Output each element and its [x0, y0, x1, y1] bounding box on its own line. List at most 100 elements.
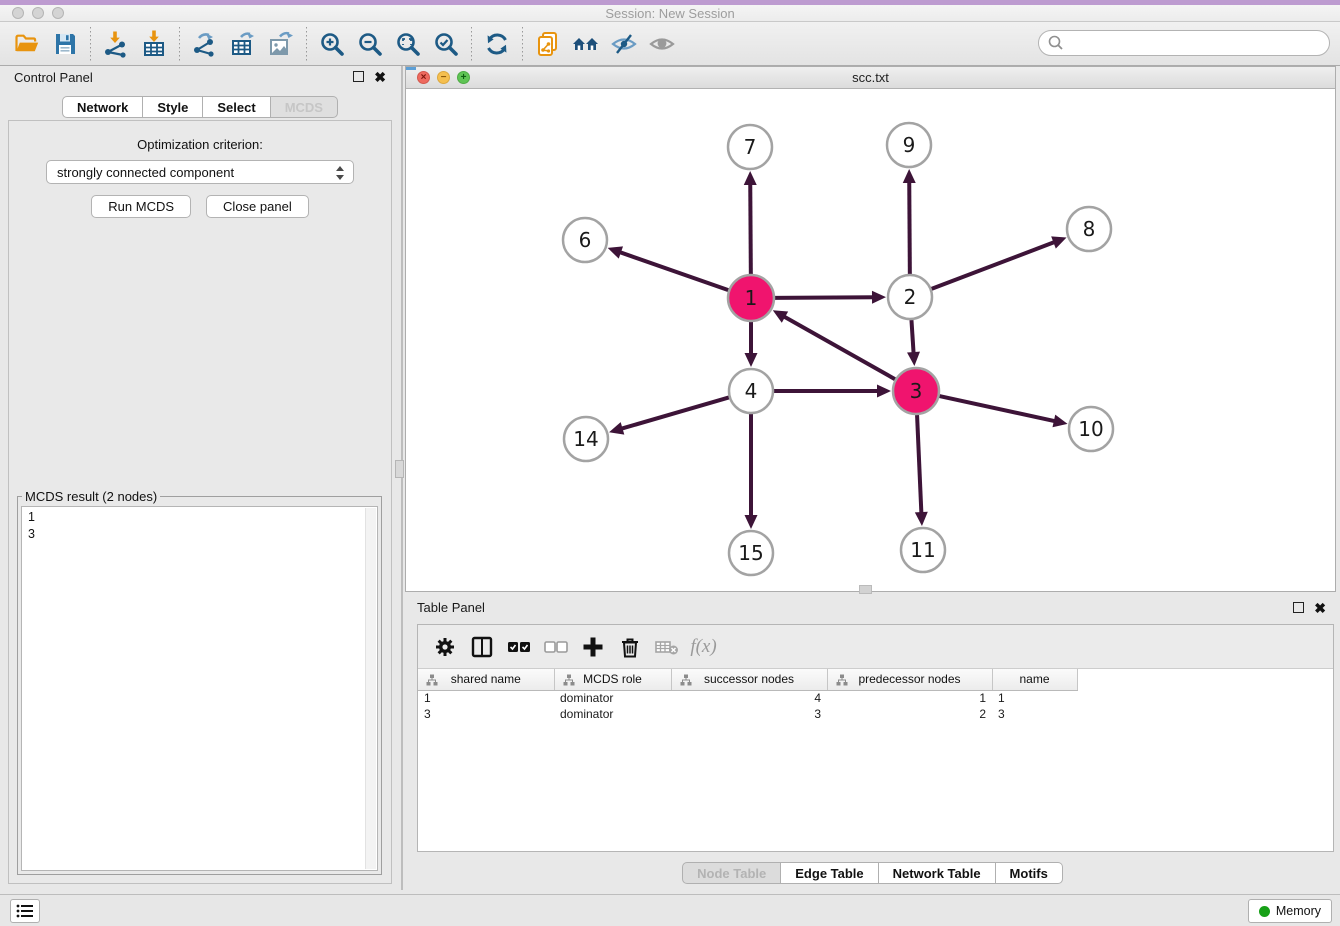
column-header-MCDS-role[interactable]: MCDS role [554, 669, 671, 690]
graph-edge-3-10[interactable] [939, 396, 1056, 421]
zoom-selected-button[interactable] [427, 26, 465, 62]
table-cell[interactable]: 2 [827, 706, 992, 722]
network-window-titlebar[interactable]: × − + scc.txt [406, 67, 1335, 89]
delete-table-button[interactable] [648, 629, 685, 665]
network-graph: 1234678910111415 [406, 89, 1335, 591]
vertical-splitter[interactable] [401, 66, 403, 890]
run-mcds-button[interactable]: Run MCDS [91, 195, 191, 218]
control-panel-title: Control Panel [14, 70, 93, 85]
show-panels-menu-button[interactable] [10, 899, 40, 923]
table-cell[interactable]: dominator [554, 706, 671, 722]
column-header-label: successor nodes [704, 672, 794, 686]
search-input[interactable] [1067, 32, 1329, 54]
tab-edge-table[interactable]: Edge Table [781, 862, 878, 884]
export-network-icon [191, 30, 219, 58]
delete-column-button[interactable] [611, 629, 648, 665]
import-network-icon [102, 30, 130, 58]
close-panel-icon[interactable]: ✖ [374, 68, 386, 86]
graph-edge-1-7[interactable] [750, 182, 751, 274]
houses-button[interactable] [567, 26, 605, 62]
column-header-name[interactable]: name [992, 669, 1077, 690]
table-cell[interactable]: 3 [418, 706, 554, 722]
graph-edge-arrowhead [745, 353, 758, 367]
gear-icon [433, 635, 457, 659]
search-field[interactable] [1038, 30, 1330, 56]
horizontal-splitter-handle[interactable] [859, 585, 872, 594]
mcds-result-item[interactable]: 1 [28, 509, 371, 526]
export-table-button[interactable] [224, 26, 262, 62]
split-columns-button[interactable] [463, 629, 500, 665]
table-row[interactable]: 3dominator323 [418, 706, 1077, 722]
eye-icon [648, 30, 676, 58]
zoom-out-button[interactable] [351, 26, 389, 62]
toolbar-separator [179, 27, 180, 61]
tab-mcds[interactable]: MCDS [271, 96, 338, 118]
graph-edge-arrowhead [907, 352, 920, 366]
graph-edge-3-1[interactable] [782, 316, 895, 380]
graph-node-label: 2 [904, 285, 917, 309]
graph-edge-1-2[interactable] [775, 297, 875, 298]
column-header-shared-name[interactable]: shared name [418, 669, 554, 690]
eye-slash-icon [610, 30, 638, 58]
column-type-icon [680, 674, 692, 686]
graph-edge-2-9[interactable] [909, 180, 910, 274]
refresh-button[interactable] [478, 26, 516, 62]
column-header-predecessor-nodes[interactable]: predecessor nodes [827, 669, 992, 690]
deselect-all-button[interactable] [537, 629, 574, 665]
select-all-button[interactable] [500, 629, 537, 665]
import-network-button[interactable] [97, 26, 135, 62]
table-toolbar: f(x) [418, 625, 1333, 669]
zoom-fit-button[interactable] [389, 26, 427, 62]
zoom-in-button[interactable] [313, 26, 351, 62]
table-cell[interactable]: 3 [671, 706, 827, 722]
memory-status-icon [1259, 906, 1270, 917]
save-session-button[interactable] [46, 26, 84, 62]
table-cell[interactable]: 1 [992, 690, 1077, 706]
memory-button[interactable]: Memory [1248, 899, 1332, 923]
tab-node-table[interactable]: Node Table [682, 862, 781, 884]
table-cell[interactable]: 1 [827, 690, 992, 706]
table-cell[interactable]: 4 [671, 690, 827, 706]
export-image-button[interactable] [262, 26, 300, 62]
table-settings-button[interactable] [426, 629, 463, 665]
tab-select[interactable]: Select [203, 96, 270, 118]
mcds-result-item[interactable]: 3 [28, 526, 371, 543]
graph-node-label: 1 [745, 286, 758, 310]
close-panel-button[interactable]: Close panel [206, 195, 309, 218]
function-builder-button[interactable]: f(x) [685, 629, 722, 665]
status-bar: Memory [0, 894, 1340, 926]
graph-edge-2-8[interactable] [932, 241, 1057, 288]
mcds-result-list[interactable]: 13 [21, 506, 378, 871]
table-panel-close-icon[interactable]: ✖ [1314, 599, 1326, 617]
network-canvas[interactable]: 1234678910111415 [406, 89, 1335, 591]
show-panel-button[interactable] [643, 26, 681, 62]
table-panel-float-icon[interactable] [1293, 602, 1304, 613]
table-row[interactable]: 1dominator411 [418, 690, 1077, 706]
tab-motifs[interactable]: Motifs [996, 862, 1063, 884]
vertical-splitter-handle[interactable] [395, 460, 404, 478]
graph-edge-3-11[interactable] [917, 415, 921, 515]
open-session-button[interactable] [8, 26, 46, 62]
save-icon [51, 30, 79, 58]
import-table-button[interactable] [135, 26, 173, 62]
export-image-icon [267, 30, 295, 58]
column-header-successor-nodes[interactable]: successor nodes [671, 669, 827, 690]
tab-network-table[interactable]: Network Table [879, 862, 996, 884]
graph-edge-4-14[interactable] [620, 397, 729, 429]
float-panel-icon[interactable] [353, 71, 364, 82]
tab-network[interactable]: Network [62, 96, 143, 118]
add-column-button[interactable] [574, 629, 611, 665]
clone-network-button[interactable] [529, 26, 567, 62]
clone-network-icon [534, 30, 562, 58]
optimization-criterion-dropdown[interactable]: strongly connected component [46, 160, 354, 184]
table-panel-header: Table Panel ✖ [405, 596, 1340, 622]
table-cell[interactable]: 1 [418, 690, 554, 706]
graph-edge-1-6[interactable] [618, 252, 728, 291]
table-cell[interactable]: dominator [554, 690, 671, 706]
result-scrollbar[interactable] [365, 508, 376, 869]
tab-style[interactable]: Style [143, 96, 203, 118]
table-cell[interactable]: 3 [992, 706, 1077, 722]
export-network-button[interactable] [186, 26, 224, 62]
hide-panel-button[interactable] [605, 26, 643, 62]
graph-edge-2-3[interactable] [911, 320, 913, 355]
